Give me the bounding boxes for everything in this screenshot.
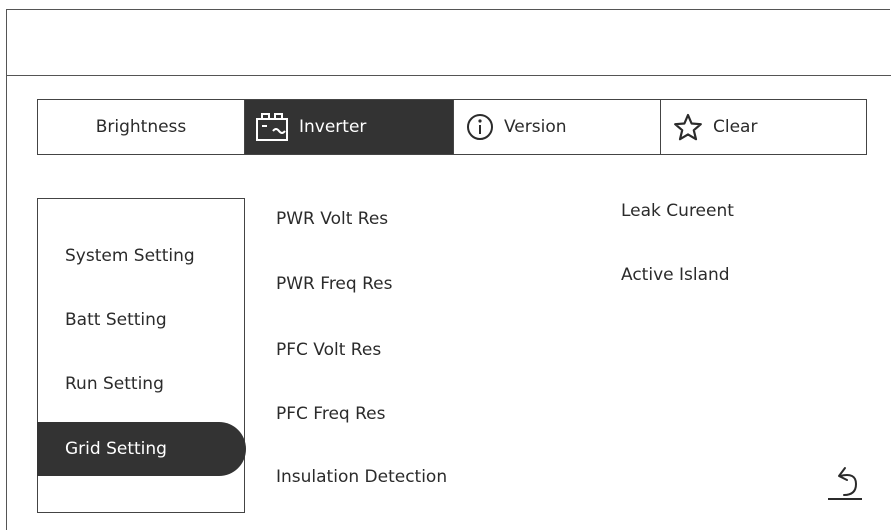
tab-clear-label: Clear [713, 117, 758, 137]
sidebar-item-batt-setting[interactable]: Batt Setting [37, 293, 244, 347]
option-pwr-volt-res[interactable]: PWR Volt Res [276, 209, 388, 229]
tab-bar: Brightness Inverter Version Clear [37, 99, 867, 155]
sidebar-item-system-setting[interactable]: System Setting [37, 229, 244, 283]
sidebar-item-label: Run Setting [65, 374, 164, 394]
back-arrow-icon [828, 467, 862, 500]
sidebar-item-label: Grid Setting [65, 439, 167, 459]
sidebar-item-run-setting[interactable]: Run Setting [37, 357, 244, 411]
option-pfc-freq-res[interactable]: PFC Freq Res [276, 404, 385, 424]
sidebar-item-label: System Setting [65, 246, 195, 266]
option-insulation-detection[interactable]: Insulation Detection [276, 467, 447, 487]
info-icon [466, 113, 494, 141]
battery-inverter-icon [255, 112, 289, 142]
sidebar-item-label: Batt Setting [65, 310, 167, 330]
settings-sidebar: System Setting Batt Setting Run Setting … [37, 198, 246, 513]
header-divider [6, 75, 891, 76]
tab-inverter-label: Inverter [299, 117, 367, 137]
option-leak-current[interactable]: Leak Cureent [621, 201, 734, 221]
star-icon [673, 113, 703, 141]
back-button[interactable] [826, 462, 866, 502]
tab-inverter[interactable]: Inverter [245, 100, 454, 154]
option-pwr-freq-res[interactable]: PWR Freq Res [276, 274, 392, 294]
option-active-island[interactable]: Active Island [621, 265, 730, 285]
tab-brightness-label: Brightness [95, 117, 187, 137]
sidebar-item-grid-setting[interactable]: Grid Setting [37, 422, 246, 476]
tab-brightness[interactable]: Brightness [38, 100, 245, 154]
tab-version[interactable]: Version [454, 100, 661, 154]
option-pfc-volt-res[interactable]: PFC Volt Res [276, 340, 381, 360]
tab-version-label: Version [504, 117, 567, 137]
tab-clear[interactable]: Clear [661, 100, 866, 154]
